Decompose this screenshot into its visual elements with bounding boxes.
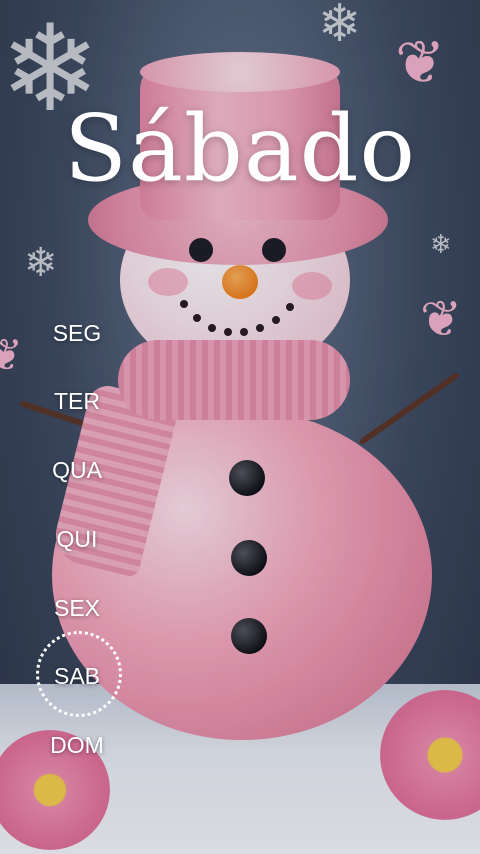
day-title: Sábado	[64, 95, 416, 202]
weekday-qui[interactable]: QUI	[30, 526, 124, 553]
weekday-sab-selected[interactable]: SAB	[30, 631, 124, 717]
weekday-dom[interactable]: DOM	[30, 732, 124, 759]
wallpaper-background: ❄ ❄ ❄ ❄ ❦ ❦ ❦ Sábado SEG TER QUA QUI SEX…	[0, 0, 480, 854]
weekday-ter[interactable]: TER	[30, 388, 124, 415]
weekday-seg[interactable]: SEG	[30, 320, 124, 347]
weekday-qua[interactable]: QUA	[30, 457, 124, 484]
weekday-sex[interactable]: SEX	[30, 595, 124, 622]
